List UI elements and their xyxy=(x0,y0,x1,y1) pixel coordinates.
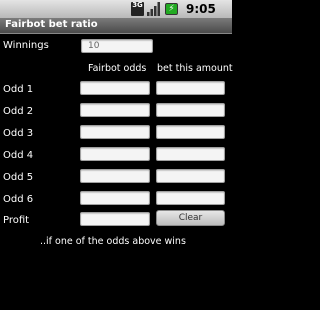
3g-icon: 3G xyxy=(131,2,144,16)
profit-label: Profit xyxy=(3,215,30,226)
column-header-bet: bet this amount xyxy=(157,63,233,74)
app-title: Fairbot bet ratio xyxy=(5,19,98,30)
odd-1-bet-field[interactable] xyxy=(156,81,225,95)
odd-5-label: Odd 5 xyxy=(3,172,34,183)
title-bar: Fairbot bet ratio xyxy=(0,18,232,34)
status-bar: 3G ⚡ 9:05 pm xyxy=(0,0,232,30)
clear-button[interactable]: Clear xyxy=(156,210,225,226)
winnings-label: Winnings xyxy=(3,40,49,51)
odd-5-bet-field[interactable] xyxy=(156,169,225,183)
odd-5-odds-input[interactable] xyxy=(80,169,150,183)
odd-2-label: Odd 2 xyxy=(3,106,34,117)
footer-note: ..if one of the odds above wins xyxy=(40,236,186,247)
odd-6-label: Odd 6 xyxy=(3,194,34,205)
signal-icon xyxy=(147,2,160,16)
odd-2-odds-input[interactable] xyxy=(80,103,150,117)
battery-icon: ⚡ xyxy=(165,3,178,15)
odd-1-odds-input[interactable] xyxy=(80,81,150,95)
odd-4-bet-field[interactable] xyxy=(156,147,225,161)
odd-1-label: Odd 1 xyxy=(3,84,34,95)
odd-2-bet-field[interactable] xyxy=(156,103,225,117)
odd-4-odds-input[interactable] xyxy=(80,147,150,161)
odd-3-label: Odd 3 xyxy=(3,128,34,139)
odd-6-bet-field[interactable] xyxy=(156,191,225,205)
odd-6-odds-input[interactable] xyxy=(80,191,150,205)
winnings-input[interactable]: 10 xyxy=(81,39,153,53)
odd-3-odds-input[interactable] xyxy=(80,125,150,139)
column-header-odds: Fairbot odds xyxy=(88,63,147,74)
odd-3-bet-field[interactable] xyxy=(156,125,225,139)
odd-4-label: Odd 4 xyxy=(3,150,34,161)
profit-field[interactable] xyxy=(80,212,150,226)
